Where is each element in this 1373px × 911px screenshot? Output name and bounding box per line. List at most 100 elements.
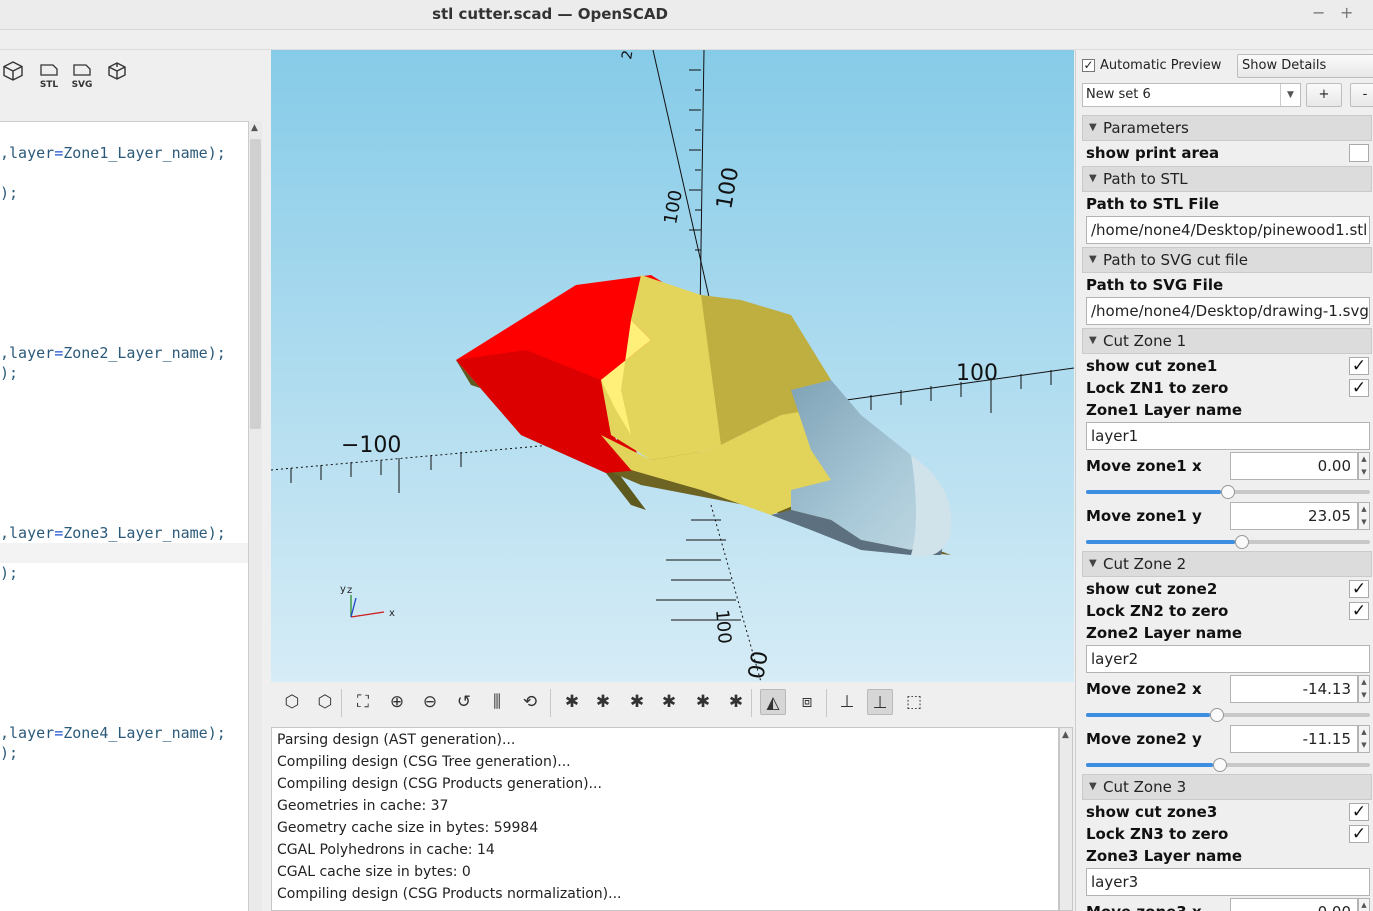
move-zone1-y-slider[interactable] (1086, 535, 1370, 549)
zone3-layer-input[interactable]: layer3 (1086, 868, 1370, 896)
group-path-stl[interactable]: ▼ Path to STL (1082, 166, 1372, 192)
automatic-preview-checkbox[interactable]: ✓ (1082, 59, 1095, 72)
show-print-area-label: show print area (1086, 144, 1220, 162)
zoom-out-icon[interactable]: ⊖ (417, 689, 443, 715)
show-cut-zone1-checkbox[interactable]: ✓ (1349, 357, 1369, 375)
preset-select-value: New set 6 (1086, 87, 1151, 102)
console-panel[interactable]: Parsing design (AST generation)... Compil… (271, 727, 1059, 911)
group-parameters[interactable]: ▼ Parameters (1082, 115, 1372, 141)
zone1-layer-input[interactable]: layer1 (1086, 422, 1370, 450)
slider-fill (1086, 490, 1221, 494)
view-back-icon[interactable]: ⟲ (517, 689, 543, 715)
group-cut-zone-1-label: Cut Zone 1 (1103, 332, 1187, 350)
view-left-icon[interactable]: ✱ (590, 689, 616, 715)
move-zone2-x-spinbox[interactable]: -14.13 (1230, 675, 1358, 703)
spin-arrows-icon[interactable]: ▲▼ (1358, 502, 1370, 530)
slider-handle[interactable] (1221, 485, 1235, 499)
show-cut-zone3-checkbox[interactable]: ✓ (1349, 803, 1369, 821)
perspective-icon[interactable]: ◭ (760, 689, 786, 715)
show-print-area-checkbox[interactable] (1349, 144, 1369, 162)
svg-file-input[interactable]: /home/none4/Desktop/drawing-1.svg (1086, 297, 1370, 325)
view-front-icon[interactable]: ⫼ (484, 689, 510, 715)
group-cut-zone-3[interactable]: ▼ Cut Zone 3 (1082, 774, 1372, 800)
slider-handle[interactable] (1235, 535, 1249, 549)
console-scrollbar[interactable]: ▲ (1059, 727, 1073, 911)
preset-select[interactable]: New set 6 ▼ (1082, 83, 1301, 107)
export-svg-icon[interactable]: SVG (69, 60, 95, 90)
orthogonal-icon[interactable]: ⧈ (794, 689, 820, 715)
code-line: ,layer=Zone3_Layer_name); (0, 524, 226, 542)
code-token: ,layer (0, 344, 55, 362)
group-path-svg[interactable]: ▼ Path to SVG cut file (1082, 247, 1372, 273)
lock-zn3-checkbox[interactable]: ✓ (1349, 825, 1369, 843)
show-edges-icon[interactable]: ⬚ (901, 689, 927, 715)
show-cut-zone2-checkbox[interactable]: ✓ (1349, 580, 1369, 598)
code-operator: = (54, 144, 64, 162)
zoom-in-icon[interactable]: ⊕ (384, 689, 410, 715)
spin-arrows-icon[interactable]: ▲▼ (1358, 898, 1370, 911)
show-scale-icon[interactable]: ⊥ (867, 689, 893, 715)
add-preset-button[interactable]: + (1306, 83, 1342, 107)
slider-handle[interactable] (1210, 708, 1224, 722)
gizmo-z-label: z (347, 585, 352, 596)
view-all-icon[interactable]: ⛶ (350, 689, 376, 715)
toolbar-separator (751, 689, 752, 717)
spin-arrows-icon[interactable]: ▲▼ (1358, 452, 1370, 480)
spin-arrows-icon[interactable]: ▲▼ (1358, 725, 1370, 753)
zone2-layer-input[interactable]: layer2 (1086, 645, 1370, 673)
move-zone2-y-slider[interactable] (1086, 758, 1370, 772)
console-line: Compiling design (CSG Products normaliza… (277, 886, 622, 902)
group-cut-zone-1[interactable]: ▼ Cut Zone 1 (1082, 328, 1372, 354)
view-diagonal-icon[interactable]: ✱ (690, 689, 716, 715)
move-zone2-y-spinbox[interactable]: -11.15 (1230, 725, 1358, 753)
spin-arrows-icon[interactable]: ▲▼ (1358, 675, 1370, 703)
move-zone1-x-spinbox[interactable]: 0.00 (1230, 452, 1358, 480)
console-line: CGAL cache size in bytes: 0 (277, 864, 471, 880)
view-right-icon[interactable]: ✱ (559, 689, 585, 715)
console-line: Compiling design (CSG Tree generation)..… (277, 754, 571, 770)
axis-label-top-z: 2 (619, 50, 636, 61)
stl-file-label: Path to STL File (1086, 195, 1220, 213)
view-bottom-icon[interactable]: ✱ (656, 689, 682, 715)
export-svg-label: SVG (71, 80, 93, 90)
toolbar-separator (341, 689, 342, 717)
view-center-icon[interactable]: ✱ (723, 689, 749, 715)
remove-preset-button[interactable]: - (1350, 83, 1373, 107)
console-scroll-up-icon[interactable]: ▲ (1062, 730, 1069, 740)
code-line: ); (0, 564, 18, 582)
move-zone3-x-spinbox[interactable]: 0.00 (1230, 898, 1358, 911)
minimize-button[interactable]: − (1312, 3, 1325, 22)
scroll-up-icon[interactable]: ▲ (251, 123, 258, 133)
code-token: Zone4_Layer_name); (63, 724, 226, 742)
editor-scroll-thumb[interactable] (250, 139, 261, 429)
axis-label-bottom: 00 (744, 649, 773, 681)
stl-file-input[interactable]: /home/none4/Desktop/pinewood1.stl (1086, 216, 1370, 244)
console-line: CGAL Polyhedrons in cache: 14 (277, 842, 495, 858)
customizer-panel: ✓ Automatic Preview Show Details New set… (1075, 50, 1373, 911)
export-stl-icon[interactable]: STL (36, 60, 62, 90)
show-details-dropdown[interactable]: Show Details (1237, 54, 1373, 78)
reset-view-icon[interactable]: ↺ (451, 689, 477, 715)
slider-handle[interactable] (1213, 758, 1227, 772)
code-line: ,layer=Zone2_Layer_name); (0, 344, 226, 362)
maximize-button[interactable]: + (1340, 3, 1353, 22)
move-zone1-y-label: Move zone1 y (1086, 507, 1202, 525)
view-top-icon[interactable]: ✱ (624, 689, 650, 715)
collapse-triangle-icon: ▼ (1089, 122, 1097, 133)
send-to-print-icon[interactable] (104, 60, 130, 86)
show-axes-icon[interactable]: ⊥ (834, 689, 860, 715)
3d-viewport[interactable]: 100 100 100 −100 100 2 00 y z x (271, 50, 1074, 682)
lock-zn1-checkbox[interactable]: ✓ (1349, 379, 1369, 397)
render-icon[interactable]: ⬡ (279, 689, 305, 715)
lock-zn2-label: Lock ZN2 to zero (1086, 602, 1229, 620)
move-zone2-x-slider[interactable] (1086, 708, 1370, 722)
code-editor[interactable]: ,layer=Zone1_Layer_name);); ,layer=Zone2_… (0, 121, 248, 911)
editor-scrollbar[interactable]: ▲ (248, 121, 262, 911)
group-cut-zone-2[interactable]: ▼ Cut Zone 2 (1082, 551, 1372, 577)
lock-zn2-checkbox[interactable]: ✓ (1349, 602, 1369, 620)
lock-zn3-label: Lock ZN3 to zero (1086, 825, 1229, 843)
preview-icon[interactable]: ⬡ (312, 689, 338, 715)
preview-icon[interactable] (0, 60, 26, 86)
move-zone1-x-slider[interactable] (1086, 485, 1370, 499)
move-zone1-y-spinbox[interactable]: 23.05 (1230, 502, 1358, 530)
